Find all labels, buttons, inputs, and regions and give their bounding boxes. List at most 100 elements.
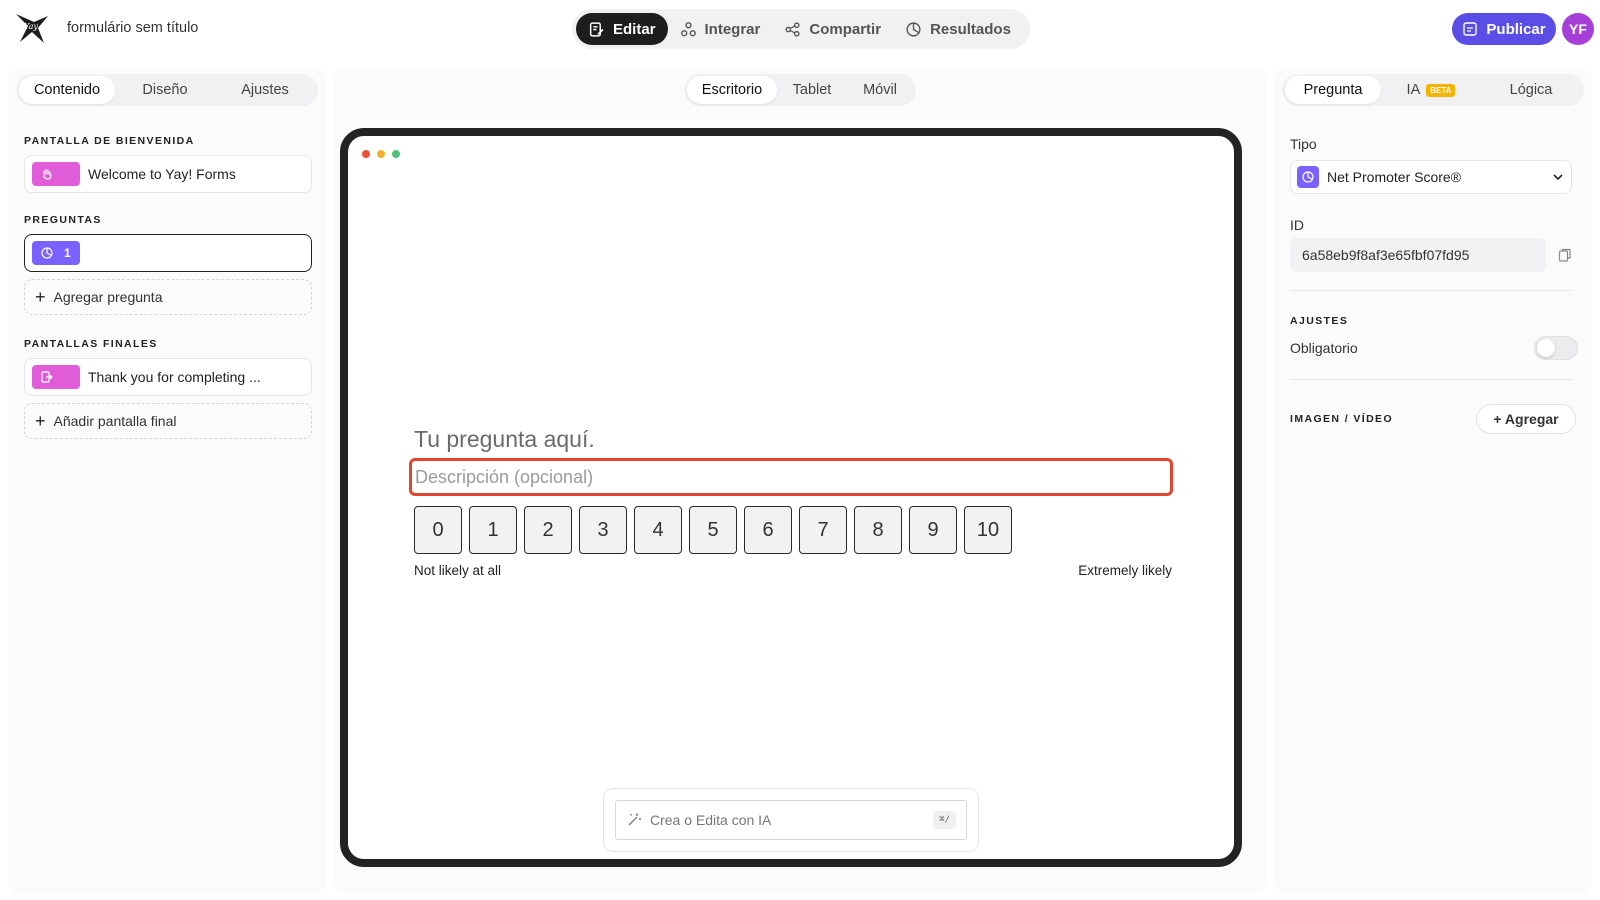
question-type-select[interactable]: Net Promoter Score®	[1290, 160, 1572, 194]
ending-chip	[32, 365, 80, 389]
beta-badge: BETA	[1426, 83, 1456, 97]
properties-panel: Pregunta IA BETA Lógica Tipo Net Promote…	[1274, 68, 1592, 893]
add-ending-label: Añadir pantalla final	[53, 413, 177, 429]
nps-option-5[interactable]: 5	[689, 506, 737, 554]
tab-editar-label: Editar	[613, 20, 656, 38]
results-icon	[906, 21, 921, 37]
edit-icon	[589, 21, 604, 37]
tab-resultados-label: Resultados	[930, 20, 1011, 38]
tab-tablet[interactable]: Tablet	[777, 76, 847, 104]
tab-pregunta[interactable]: Pregunta	[1285, 76, 1381, 104]
device-frame: Tu pregunta aquí. Descripción (opcional)…	[340, 128, 1242, 867]
nps-type-icon	[1297, 166, 1319, 188]
id-label: ID	[1290, 217, 1304, 233]
nps-high-label: Extremely likely	[1078, 563, 1172, 578]
description-input[interactable]: Descripción (opcional)	[409, 458, 1173, 496]
yay-forms-logo[interactable]: Yay	[14, 10, 50, 46]
welcome-chip	[32, 162, 80, 186]
toggle-knob	[1537, 339, 1555, 357]
avatar[interactable]: YF	[1562, 13, 1594, 45]
publish-label: Publicar	[1486, 20, 1546, 38]
ai-shortcut-badge: ⌘/	[933, 811, 956, 829]
dot-green	[392, 150, 400, 158]
window-dots	[362, 150, 400, 158]
publish-button[interactable]: Publicar	[1452, 13, 1556, 45]
preview-panel: Escritorio Tablet Móvil Tu pregunta aquí…	[334, 68, 1266, 893]
ai-prompt-input[interactable]: Crea o Edita con IA ⌘/	[615, 800, 967, 840]
magic-wand-icon	[628, 813, 641, 826]
svg-text:Yay: Yay	[24, 22, 38, 31]
media-section-label: IMAGEN / VÍDEO	[1290, 413, 1394, 425]
top-bar: Yay formulário sem título Editar Integra…	[0, 0, 1600, 58]
nps-option-0[interactable]: 0	[414, 506, 462, 554]
tab-resultados[interactable]: Resultados	[893, 13, 1023, 45]
add-media-button[interactable]: + Agregar	[1476, 404, 1576, 434]
tab-escritorio[interactable]: Escritorio	[687, 76, 777, 104]
tab-editar[interactable]: Editar	[576, 13, 668, 45]
right-panel-tabs: Pregunta IA BETA Lógica	[1282, 74, 1584, 106]
ending-item-label: Thank you for completing ...	[88, 369, 261, 385]
nps-option-8[interactable]: 8	[854, 506, 902, 554]
id-field[interactable]: 6a58eb9f8af3e65fbf07fd95	[1290, 238, 1546, 272]
copy-icon[interactable]	[1557, 247, 1573, 263]
nps-option-1[interactable]: 1	[469, 506, 517, 554]
tab-integrar[interactable]: Integrar	[668, 13, 773, 45]
divider	[1290, 379, 1572, 380]
share-icon	[785, 21, 800, 37]
ai-prompt-box: Crea o Edita con IA ⌘/	[603, 788, 979, 852]
welcome-item-label: Welcome to Yay! Forms	[88, 166, 236, 182]
question-item[interactable]: 1	[24, 234, 312, 272]
tab-compartir[interactable]: Compartir	[772, 13, 893, 45]
add-question-button[interactable]: + Agregar pregunta	[24, 279, 312, 315]
nps-low-label: Not likely at all	[414, 563, 502, 578]
nps-option-2[interactable]: 2	[524, 506, 572, 554]
dot-yellow	[377, 150, 385, 158]
integrate-icon	[680, 21, 696, 36]
tab-ia-label: IA	[1406, 82, 1421, 98]
required-toggle[interactable]	[1534, 336, 1578, 360]
tab-ia[interactable]: IA BETA	[1381, 76, 1481, 104]
nps-option-6[interactable]: 6	[744, 506, 792, 554]
question-chip: 1	[32, 241, 80, 265]
plus-icon: +	[35, 411, 46, 431]
tab-movil[interactable]: Móvil	[847, 76, 913, 104]
publish-icon	[1463, 22, 1478, 36]
type-label: Tipo	[1290, 136, 1317, 152]
nps-option-9[interactable]: 9	[909, 506, 957, 554]
tab-integrar-label: Integrar	[704, 20, 761, 38]
tab-diseno[interactable]: Diseño	[115, 76, 215, 104]
content-panel: Contenido Diseño Ajustes PANTALLA DE BIE…	[8, 68, 326, 893]
left-panel-tabs: Contenido Diseño Ajustes	[16, 74, 318, 106]
mode-tabs: Editar Integrar Compartir Resultados	[572, 9, 1030, 49]
form-title[interactable]: formulário sem título	[67, 20, 198, 36]
tab-compartir-label: Compartir	[809, 20, 882, 38]
ending-screen-item[interactable]: Thank you for completing ...	[24, 358, 312, 396]
questions-section-label: PREGUNTAS	[24, 214, 102, 226]
required-label: Obligatorio	[1290, 340, 1358, 356]
ai-prompt-placeholder: Crea o Edita con IA	[650, 812, 772, 828]
dot-red	[362, 150, 370, 158]
tab-ajustes[interactable]: Ajustes	[215, 76, 315, 104]
nps-scale: 0 1 2 3 4 5 6 7 8 9 10	[414, 506, 1012, 554]
exit-icon	[41, 371, 53, 383]
settings-section-label: AJUSTES	[1290, 315, 1349, 327]
divider	[1290, 290, 1572, 291]
device-tabs: Escritorio Tablet Móvil	[684, 74, 916, 106]
nps-option-4[interactable]: 4	[634, 506, 682, 554]
tab-contenido[interactable]: Contenido	[19, 76, 115, 104]
nps-option-10[interactable]: 10	[964, 506, 1012, 554]
hand-wave-icon	[43, 168, 52, 180]
tab-logica[interactable]: Lógica	[1481, 76, 1581, 104]
question-type-value: Net Promoter Score®	[1327, 169, 1462, 185]
chevron-down-icon	[1553, 174, 1563, 181]
welcome-screen-item[interactable]: Welcome to Yay! Forms	[24, 155, 312, 193]
add-question-label: Agregar pregunta	[53, 289, 163, 305]
endings-section-label: PANTALLAS FINALES	[24, 338, 158, 350]
nps-option-7[interactable]: 7	[799, 506, 847, 554]
plus-icon: +	[35, 287, 46, 307]
welcome-section-label: PANTALLA DE BIENVENIDA	[24, 135, 195, 147]
nps-option-3[interactable]: 3	[579, 506, 627, 554]
question-number: 1	[64, 246, 71, 260]
question-title-input[interactable]: Tu pregunta aquí.	[414, 426, 595, 453]
add-ending-button[interactable]: + Añadir pantalla final	[24, 403, 312, 439]
